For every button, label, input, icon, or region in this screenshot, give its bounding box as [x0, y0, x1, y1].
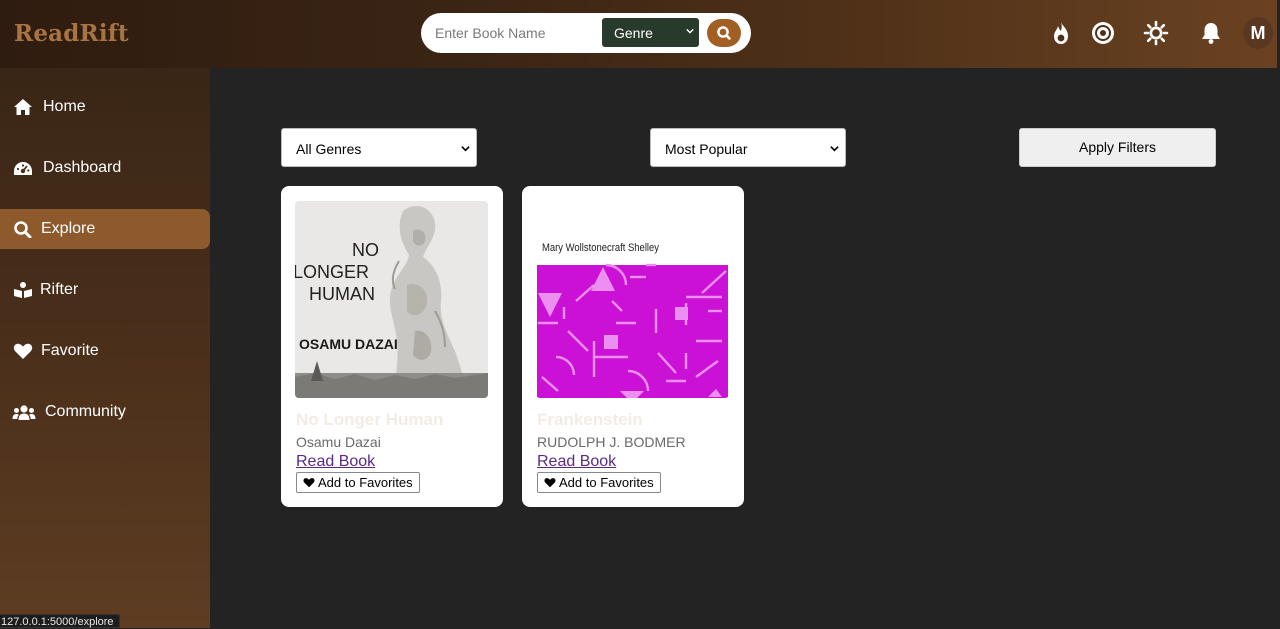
sidebar-item-label: Explore — [41, 220, 96, 237]
apply-filters-button[interactable]: Apply Filters — [1019, 128, 1216, 167]
app-logo[interactable]: ReadRift — [14, 20, 129, 47]
search-icon — [717, 26, 731, 40]
heart-icon — [544, 478, 556, 488]
genre-filter-value: All Genres — [296, 141, 362, 157]
search-input[interactable] — [435, 20, 605, 46]
book-cover-image[interactable]: Mary Wollstonecraft Shelley — [536, 201, 729, 398]
chevron-down-icon — [461, 146, 470, 152]
cover-text-line: NO — [352, 240, 379, 260]
chevron-down-icon — [830, 146, 839, 152]
book-cover-image[interactable]: NO LONGER HUMAN OSAMU DAZAI — [295, 201, 488, 398]
book-card: Mary Wollstonecraft Shelley Frankenstein… — [522, 186, 744, 507]
add-to-favorites-label: Add to Favorites — [559, 475, 654, 490]
users-icon — [12, 405, 36, 420]
book-author: RUDOLPH J. BODMER — [537, 434, 686, 450]
chevron-down-icon — [686, 28, 694, 34]
flame-icon[interactable] — [1048, 20, 1074, 46]
book-title: Frankenstein — [537, 410, 643, 429]
sidebar-item-label: Favorite — [41, 342, 99, 359]
read-book-link[interactable]: Read Book — [537, 453, 616, 471]
top-bar: ReadRift Genre M — [0, 0, 1277, 68]
heart-icon — [303, 478, 315, 488]
search-bar: Genre — [421, 13, 751, 53]
read-book-link[interactable]: Read Book — [296, 453, 375, 471]
sidebar-item-rifter[interactable]: Rifter — [0, 270, 210, 310]
book-card: NO LONGER HUMAN OSAMU DAZAI No Longer Hu… — [281, 186, 503, 507]
search-icon — [14, 221, 32, 238]
sidebar-item-label: Dashboard — [43, 159, 122, 176]
sidebar-item-community[interactable]: Community — [0, 392, 210, 432]
sun-icon[interactable] — [1143, 20, 1169, 46]
reader-icon — [14, 282, 32, 298]
target-icon[interactable] — [1090, 20, 1116, 46]
home-icon — [14, 99, 32, 115]
sort-filter-value: Most Popular — [665, 141, 748, 157]
sidebar-item-label: Community — [45, 403, 126, 420]
cover-text-line: OSAMU DAZAI — [299, 336, 398, 352]
sidebar-item-home[interactable]: Home — [0, 87, 210, 127]
sidebar-item-label: Home — [43, 98, 86, 115]
avatar[interactable]: M — [1243, 17, 1273, 49]
cover-text-line: LONGER — [295, 262, 369, 282]
cover-text-line: Mary Wollstonecraft Shelley — [542, 242, 659, 254]
sidebar: Home Dashboard Explore Rifter Favorite C… — [0, 68, 210, 628]
add-to-favorites-button[interactable]: Add to Favorites — [296, 472, 420, 493]
add-to-favorites-label: Add to Favorites — [318, 475, 413, 490]
add-to-favorites-button[interactable]: Add to Favorites — [537, 472, 661, 493]
gauge-icon — [14, 162, 32, 175]
bell-icon[interactable] — [1198, 20, 1224, 46]
sidebar-item-dashboard[interactable]: Dashboard — [0, 148, 210, 188]
heart-icon — [13, 343, 33, 359]
search-button[interactable] — [707, 19, 741, 47]
book-title: No Longer Human — [296, 410, 444, 429]
genre-select-value: Genre — [614, 25, 653, 41]
status-bar-url: 127.0.0.1:5000/explore — [0, 614, 120, 628]
book-author: Osamu Dazai — [296, 434, 381, 450]
cover-text-line: HUMAN — [309, 284, 375, 304]
sidebar-item-explore[interactable]: Explore — [0, 209, 210, 249]
sort-filter-select[interactable]: Most Popular — [650, 128, 846, 167]
genre-filter-select[interactable]: All Genres — [281, 128, 477, 167]
sidebar-item-label: Rifter — [40, 281, 79, 298]
genre-select[interactable]: Genre — [602, 18, 699, 47]
sidebar-item-favorite[interactable]: Favorite — [0, 331, 210, 371]
